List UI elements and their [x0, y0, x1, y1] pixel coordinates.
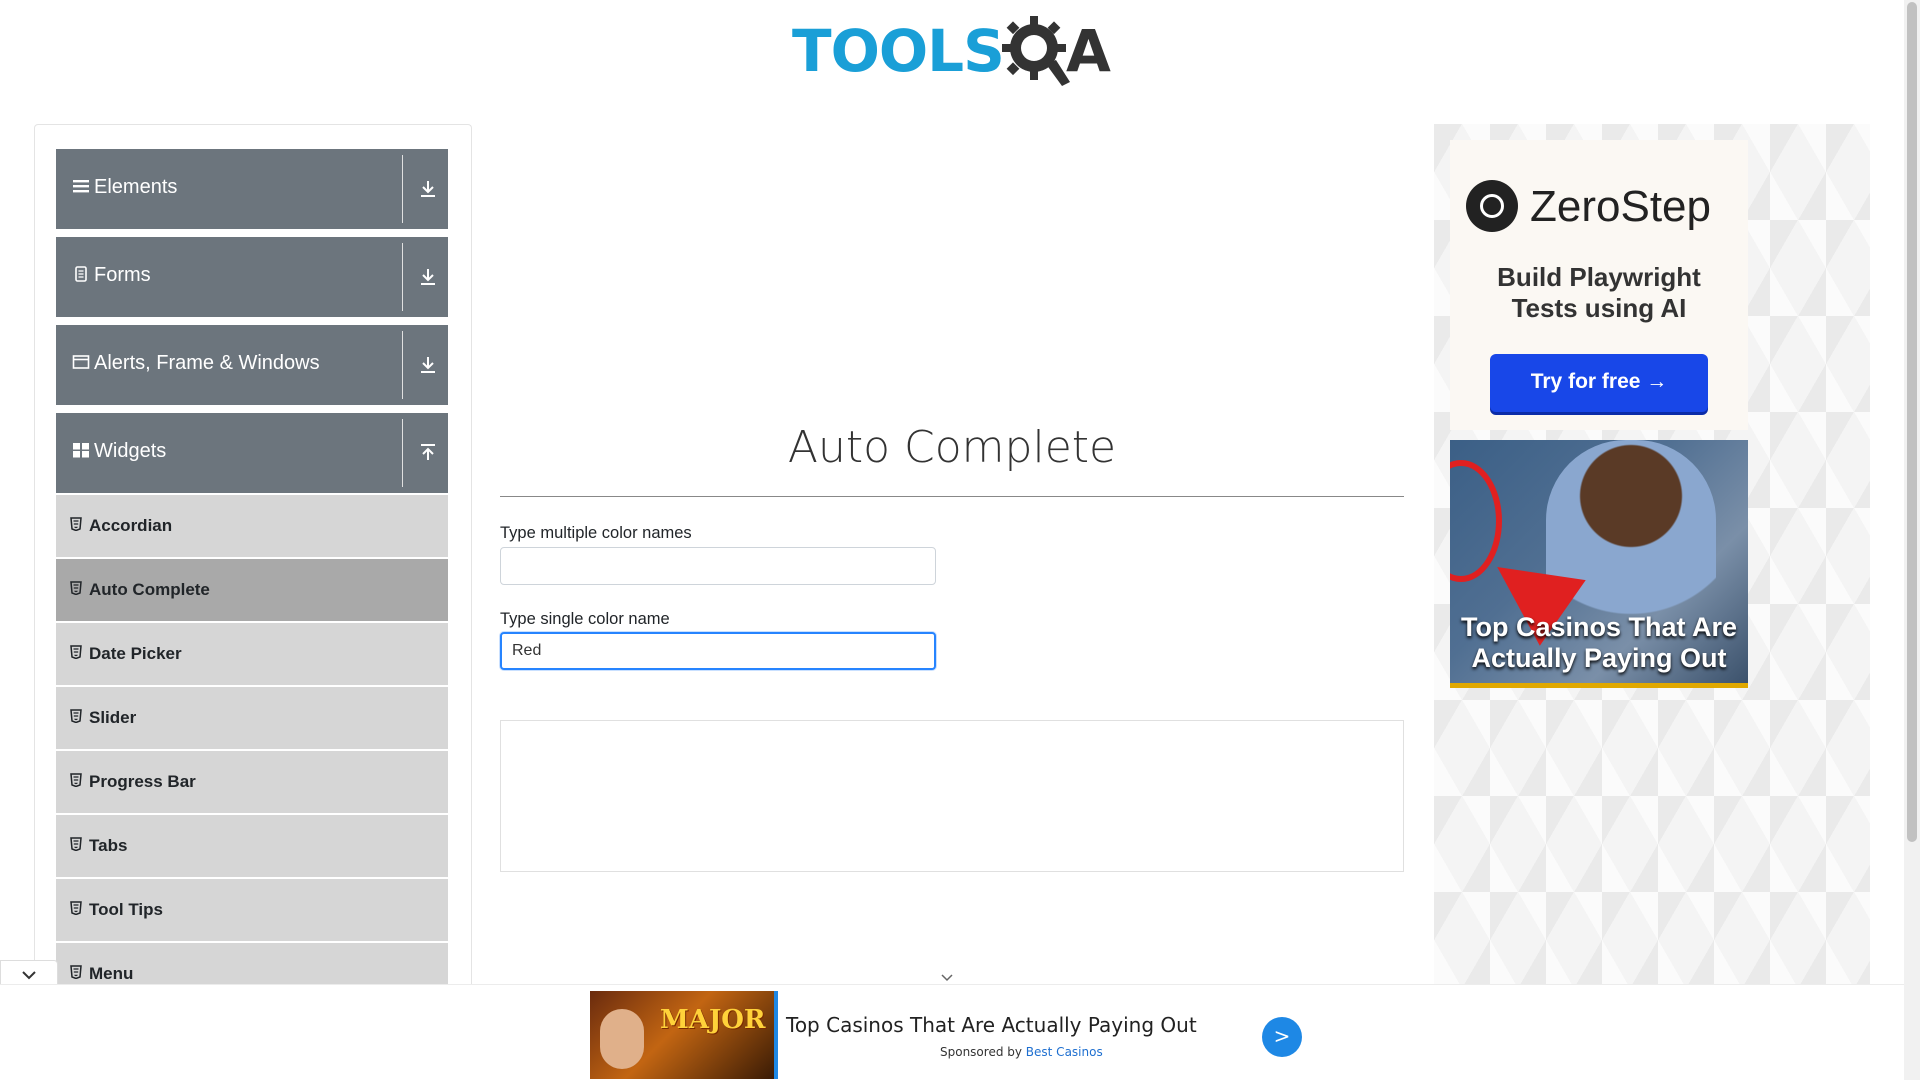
zerostep-tagline-line1: Build Playwright	[1497, 262, 1701, 292]
group-label: Forms	[94, 264, 151, 286]
sidebar-item-label: Auto Complete	[89, 580, 210, 599]
presenter-image	[1546, 440, 1716, 640]
single-color-input[interactable]: Red	[500, 632, 936, 670]
divider	[402, 419, 403, 487]
sidebar-item-tabs[interactable]: Tabs	[56, 815, 448, 879]
single-color-label: Type single color name	[500, 610, 670, 628]
thumbnail-text: MAJOR	[660, 1005, 766, 1035]
jackpot-thumbnail: MAJOR	[590, 991, 778, 1079]
sidebar-item-tool-tips[interactable]: Tool Tips	[56, 879, 448, 943]
hamburger-icon	[73, 180, 89, 193]
divider	[402, 243, 403, 311]
html5-icon	[70, 965, 82, 979]
sponsored-by-label: Sponsored by	[940, 1045, 1026, 1059]
chevron-down-icon[interactable]	[940, 973, 954, 983]
group-widgets[interactable]: Widgets	[56, 413, 448, 493]
sponsor-link[interactable]: Best Casinos	[1026, 1045, 1103, 1059]
content-ad-placeholder	[500, 720, 1404, 872]
sidebar-item-label: Date Picker	[89, 644, 182, 663]
zerostep-name: ZeroStep	[1530, 182, 1711, 231]
sidebar-item-label: Menu	[89, 964, 134, 983]
bottom-banner-ad[interactable]: MAJOR Top Casinos That Are Actually Payi…	[0, 984, 1904, 1081]
zerostep-tagline: Build Playwright Tests using AI	[1450, 262, 1748, 324]
window-icon	[72, 355, 90, 369]
casino-ad-headline: Top Casinos That Are Actually Paying Out	[1450, 612, 1748, 674]
group-forms[interactable]: Forms	[56, 237, 448, 317]
zerostep-tagline-line2: Tests using AI	[1511, 293, 1687, 323]
sidebar-item-auto-complete[interactable]: Auto Complete	[56, 559, 448, 623]
title-divider	[500, 496, 1404, 497]
sidebar-item-progress-bar[interactable]: Progress Bar	[56, 751, 448, 815]
toolsqa-logo[interactable]: TOOLS A	[792, 14, 1114, 90]
zerostep-logo-icon	[1466, 180, 1518, 232]
sidebar-item-accordian[interactable]: Accordian	[56, 495, 448, 559]
left-navigation-panel: Elements Forms Alerts, Frame & Windows W…	[34, 124, 472, 985]
thumbnail-face	[600, 1009, 644, 1069]
download-arrow-icon[interactable]	[418, 178, 438, 200]
html5-icon	[70, 837, 82, 851]
single-color-value: Red	[512, 642, 542, 659]
document-icon	[75, 266, 87, 282]
right-ad-column: ZeroStep Build Playwright Tests using AI…	[1434, 124, 1870, 984]
html5-icon	[70, 645, 82, 659]
casino-image-ad[interactable]: Top Casinos That Are Actually Paying Out	[1450, 440, 1748, 688]
group-elements[interactable]: Elements	[56, 149, 448, 229]
sidebar-item-label: Tabs	[89, 836, 128, 855]
sidebar-item-menu[interactable]: Menu	[56, 943, 448, 985]
banner-ad-go-button[interactable]: >	[1262, 1017, 1302, 1057]
casino-ad-line1: Top Casinos That Are	[1460, 612, 1738, 642]
grid-icon	[73, 443, 89, 458]
page-scrollbar[interactable]	[1904, 0, 1920, 1080]
chevron-down-icon	[22, 971, 36, 980]
html5-icon	[70, 581, 82, 595]
banner-ad-title[interactable]: Top Casinos That Are Actually Paying Out	[786, 1013, 1197, 1037]
sidebar-item-label: Accordian	[89, 516, 173, 535]
casino-ad-bar	[1450, 683, 1748, 688]
page-title: Auto Complete	[787, 422, 1117, 473]
download-arrow-icon[interactable]	[418, 354, 438, 376]
try-for-free-button[interactable]: Try for free →	[1490, 354, 1708, 412]
upload-arrow-icon[interactable]	[418, 442, 438, 464]
multiple-color-input[interactable]	[500, 547, 936, 585]
sidebar-item-slider[interactable]: Slider	[56, 687, 448, 751]
zerostep-ad[interactable]: ZeroStep Build Playwright Tests using AI…	[1450, 140, 1748, 430]
download-arrow-icon[interactable]	[418, 266, 438, 288]
html5-icon	[70, 773, 82, 787]
logo-text: TOOLS	[792, 17, 1005, 85]
logo-suffix: A	[1066, 17, 1111, 85]
group-label: Widgets	[94, 440, 167, 462]
divider	[402, 155, 403, 223]
scrollbar-thumb[interactable]	[1907, 2, 1917, 842]
sidebar-item-label: Slider	[89, 708, 137, 727]
html5-icon	[70, 901, 82, 915]
divider	[402, 331, 403, 399]
group-alerts-frame-windows[interactable]: Alerts, Frame & Windows	[56, 325, 448, 405]
banner-ad-sponsor: Sponsored by Best Casinos	[940, 1045, 1103, 1059]
group-label: Alerts, Frame & Windows	[94, 352, 320, 374]
red-ring-graphic	[1450, 460, 1502, 582]
sidebar-item-date-picker[interactable]: Date Picker	[56, 623, 448, 687]
gear-magnifier-icon	[1002, 16, 1070, 86]
sidebar-item-label: Tool Tips	[89, 900, 163, 919]
sidebar-item-label: Progress Bar	[89, 772, 196, 791]
group-label: Elements	[94, 176, 178, 198]
casino-ad-line2: Actually Paying Out	[1471, 643, 1727, 673]
html5-icon	[70, 709, 82, 723]
multiple-color-label: Type multiple color names	[500, 524, 692, 542]
html5-icon	[70, 517, 82, 531]
